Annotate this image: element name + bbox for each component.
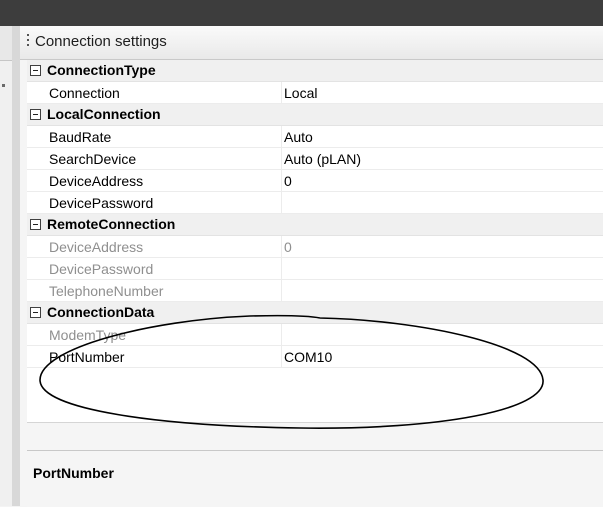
category-label: ConnectionData	[47, 304, 155, 320]
property-value[interactable]: Auto	[284, 129, 313, 145]
property-row[interactable]: TelephoneNumber	[27, 280, 603, 302]
property-value[interactable]: Auto (pLAN)	[284, 151, 361, 167]
category-row[interactable]: ConnectionType	[27, 60, 603, 82]
column-divider	[281, 82, 282, 104]
category-label: LocalConnection	[47, 106, 161, 122]
collapse-toggle-icon[interactable]	[30, 307, 41, 318]
column-divider	[281, 148, 282, 170]
left-dock-tab[interactable]	[0, 26, 12, 61]
property-name: DeviceAddress	[49, 173, 144, 189]
property-name: PortNumber	[49, 349, 125, 365]
category-label: ConnectionType	[47, 62, 156, 78]
property-row[interactable]: SearchDevice Auto (pLAN)	[27, 148, 603, 170]
property-row[interactable]: PortNumber COM10	[27, 346, 603, 368]
property-name: TelephoneNumber	[49, 283, 164, 299]
window-top-bar	[0, 0, 603, 26]
column-divider	[281, 236, 282, 258]
property-value[interactable]: COM10	[284, 349, 332, 365]
property-grid: ConnectionType Connection Local LocalConnec…	[27, 60, 603, 422]
category-row[interactable]: LocalConnection	[27, 104, 603, 126]
panel-title: Connection settings	[35, 33, 167, 50]
property-row[interactable]: ModemType	[27, 324, 603, 346]
category-row[interactable]: RemoteConnection	[27, 214, 603, 236]
category-label: RemoteConnection	[47, 216, 176, 232]
property-name: DeviceAddress	[49, 239, 144, 255]
panel-splitter[interactable]	[12, 26, 20, 506]
property-row[interactable]: BaudRate Auto	[27, 126, 603, 148]
column-divider	[281, 258, 282, 280]
property-name: DevicePassword	[49, 195, 154, 211]
column-divider	[281, 346, 282, 368]
collapse-toggle-icon[interactable]	[30, 65, 41, 76]
property-name: DevicePassword	[49, 261, 154, 277]
property-name: BaudRate	[49, 129, 112, 145]
property-row[interactable]: Connection Local	[27, 82, 603, 104]
description-title: PortNumber	[33, 465, 114, 481]
property-value[interactable]: Local	[284, 85, 317, 101]
collapse-toggle-icon[interactable]	[30, 219, 41, 230]
drag-grip-icon[interactable]	[27, 34, 30, 50]
grid-description-splitter[interactable]	[27, 422, 603, 451]
property-name: SearchDevice	[49, 151, 137, 167]
category-row[interactable]: ConnectionData	[27, 302, 603, 324]
description-pane: PortNumber	[27, 450, 603, 507]
left-dock-marker	[2, 84, 5, 87]
column-divider	[281, 170, 282, 192]
column-divider	[281, 324, 282, 346]
property-row[interactable]: DeviceAddress 0	[27, 236, 603, 258]
property-value: 0	[284, 239, 292, 255]
column-divider	[281, 280, 282, 302]
property-row[interactable]: DevicePassword	[27, 192, 603, 214]
property-value[interactable]: 0	[284, 173, 292, 189]
collapse-toggle-icon[interactable]	[30, 109, 41, 120]
property-row[interactable]: DeviceAddress 0	[27, 170, 603, 192]
panel-header: Connection settings	[20, 26, 603, 60]
property-row[interactable]: DevicePassword	[27, 258, 603, 280]
connection-settings-panel: Connection settings ConnectionType Connec…	[20, 26, 603, 507]
column-divider	[281, 126, 282, 148]
property-name: Connection	[49, 85, 120, 101]
column-divider	[281, 192, 282, 214]
property-name: ModemType	[49, 327, 127, 343]
